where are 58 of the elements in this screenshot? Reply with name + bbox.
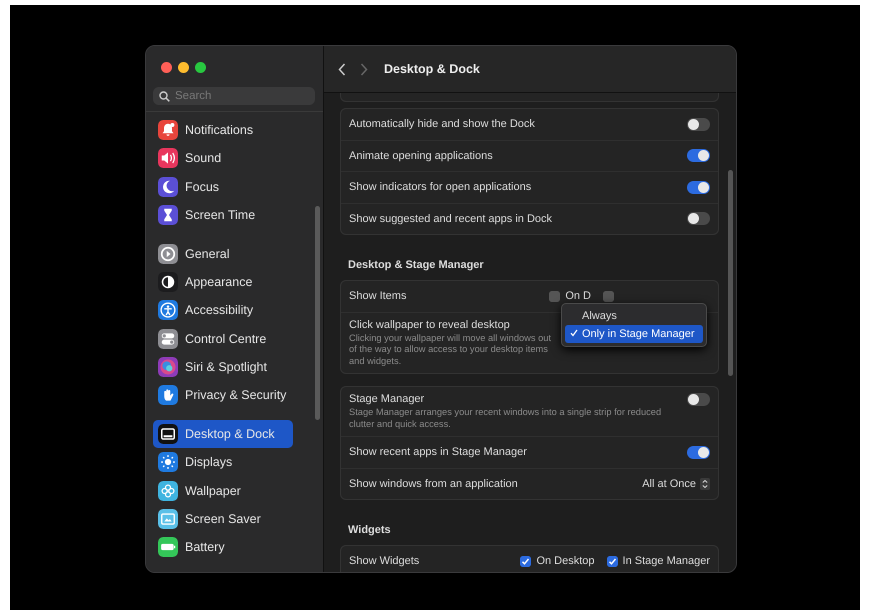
sidebar-item[interactable]: Siri & Spotlight (153, 352, 293, 381)
search-icon (159, 90, 170, 102)
setting-label: Animate opening applications (349, 150, 493, 162)
sidebar-item[interactable]: Screen Saver (153, 504, 293, 533)
scrollbar[interactable] (315, 206, 320, 420)
sidebar-item[interactable]: Focus (153, 172, 293, 201)
menu-item[interactable]: Only in Stage Manager (565, 325, 703, 343)
checkmark-icon (570, 329, 578, 337)
sidebar-item[interactable]: Sound (153, 144, 293, 173)
toggle-switch[interactable] (687, 393, 710, 406)
checkbox[interactable] (603, 290, 614, 302)
forward-icon[interactable] (360, 62, 368, 76)
checkbox[interactable] (606, 556, 618, 567)
close-button[interactable] (161, 62, 172, 73)
sidebar-item[interactable]: Desktop & Dock (153, 420, 293, 448)
section-heading: Widgets (347, 523, 392, 538)
popup-button[interactable]: All at Once (642, 478, 710, 490)
checkbox-label: On Desktop (536, 555, 595, 568)
window-title: Desktop & Dock (384, 62, 480, 76)
checkbox-label: In Stage Manager (622, 555, 710, 568)
setting-label: Show recent apps in Stage Manager (349, 446, 527, 458)
sidebar-item[interactable]: Appearance (153, 268, 293, 296)
sidebar-item[interactable]: Wallpaper (153, 476, 293, 505)
setting-label: Show Items (349, 290, 406, 302)
stepper-icon (700, 478, 710, 490)
minimize-button[interactable] (178, 62, 189, 73)
setting-label: Show windows from an application (349, 478, 518, 490)
zoom-button[interactable] (195, 62, 206, 73)
sidebar-item[interactable]: Notifications (153, 116, 293, 144)
search-input[interactable]: Search (175, 87, 309, 106)
checkbox[interactable] (520, 556, 532, 567)
setting-label: Show suggested and recent apps in Dock (349, 212, 552, 225)
menu-item[interactable]: Always (565, 307, 703, 325)
search-field[interactable]: Search (153, 87, 315, 106)
setting-label: Show indicators for open applications (349, 181, 532, 194)
toggle-switch[interactable] (687, 212, 710, 226)
sidebar-item[interactable]: Control Centre (153, 324, 293, 353)
back-icon[interactable] (338, 62, 346, 76)
setting-label: Show Widgets (349, 555, 420, 568)
toggle-switch[interactable] (687, 118, 710, 131)
sidebar-item[interactable]: Battery (153, 532, 293, 561)
setting-description: Stage Manager arranges your recent windows into a single strip for reduced clutter and quick access. (349, 407, 662, 430)
checkbox[interactable] (549, 290, 560, 302)
toggle-switch[interactable] (687, 446, 710, 459)
section-heading: Desktop & Stage Manager (347, 258, 485, 273)
setting-label: Click wallpaper to reveal desktop (349, 318, 511, 330)
sidebar-item[interactable]: Privacy & Security (153, 380, 293, 410)
sidebar-item[interactable]: Accessibility (153, 296, 293, 324)
sidebar-item[interactable]: General (153, 240, 293, 268)
toggle-switch[interactable] (687, 149, 710, 162)
checkbox-label: On D (565, 290, 591, 302)
setting-label: Stage Manager (349, 393, 426, 405)
setting-description: Clicking your wallpaper will move all windows out of the way to allow access to your desktop items and widgets. (349, 332, 552, 367)
sidebar-item[interactable]: Displays (153, 448, 293, 476)
sidebar-item[interactable]: Screen Time (153, 200, 293, 229)
setting-label: Automatically hide and show the Dock (349, 118, 535, 130)
toggle-switch[interactable] (687, 180, 710, 194)
scrollbar[interactable] (728, 170, 733, 376)
